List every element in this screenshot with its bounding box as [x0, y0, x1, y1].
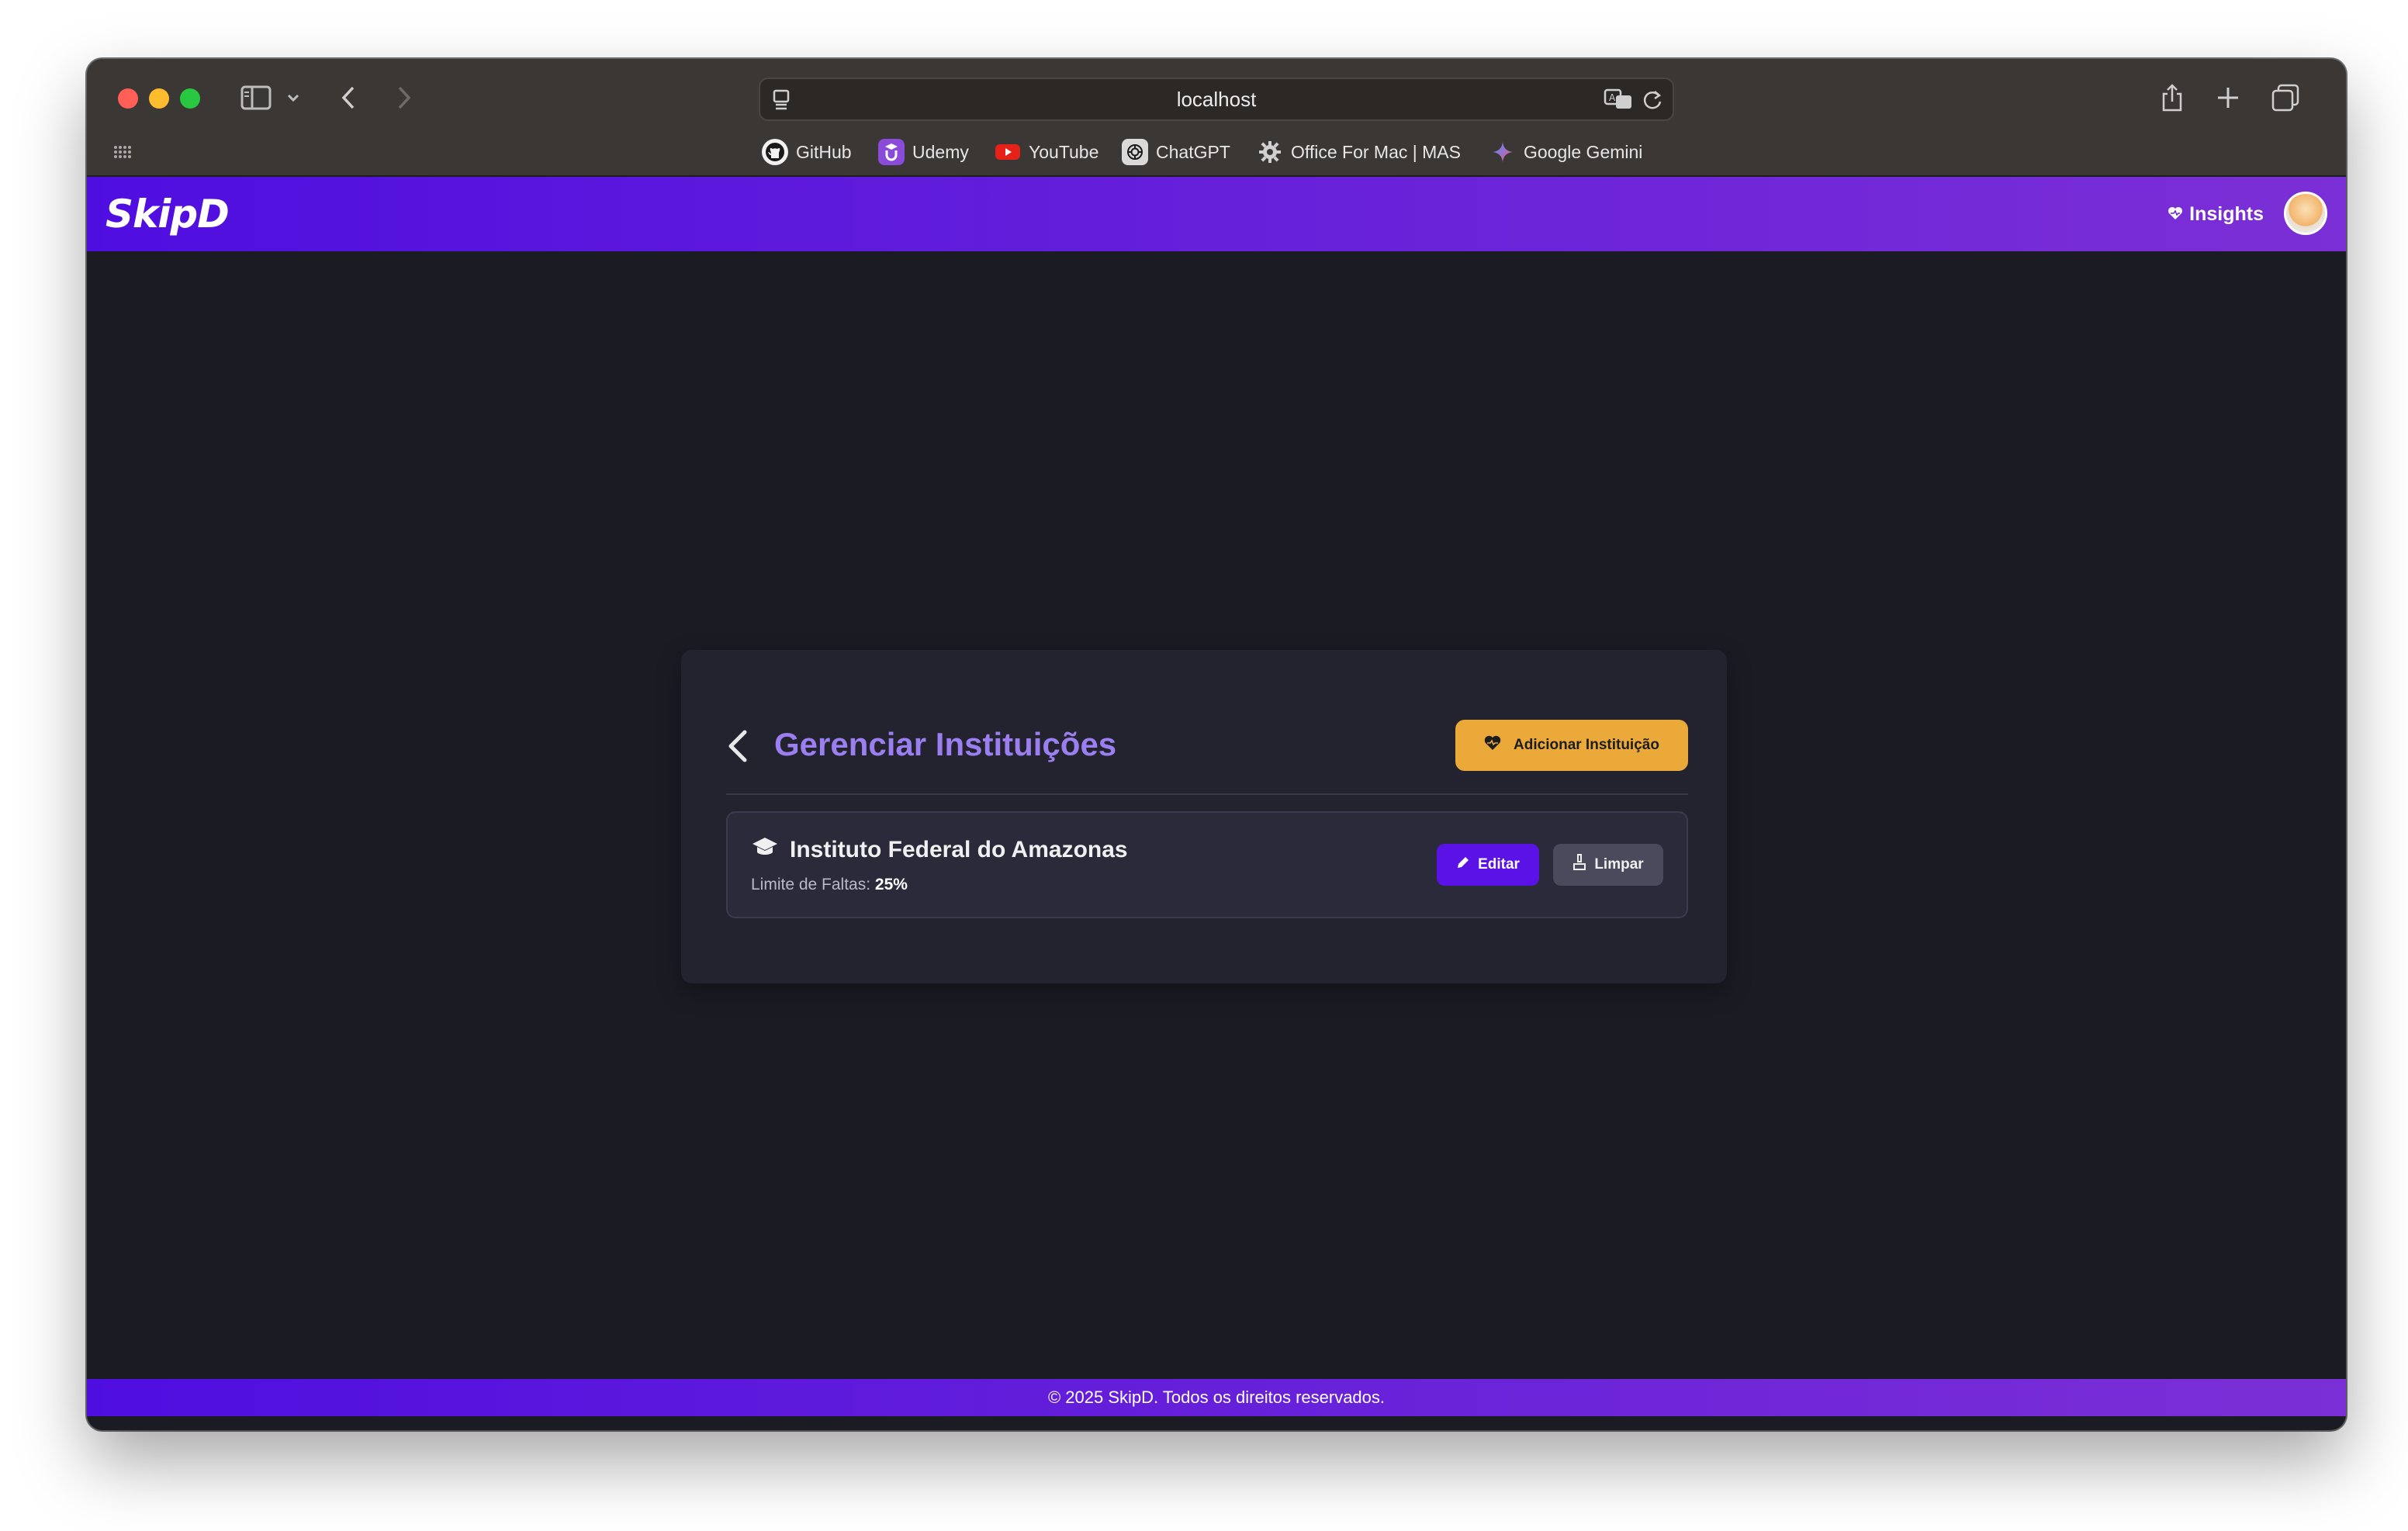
apps-grid-icon[interactable] [112, 141, 133, 163]
heart-icon [2168, 203, 2183, 226]
bookmark-youtube[interactable]: YouTube [995, 130, 1098, 174]
back-arrow-icon[interactable] [723, 727, 754, 765]
broom-icon [1572, 854, 1586, 876]
edit-button[interactable]: Editar [1437, 844, 1539, 886]
bookmark-gemini[interactable]: Google Gemini [1489, 130, 1642, 174]
add-institution-label: Adicionar Instituição [1514, 737, 1659, 753]
add-institution-button[interactable]: Adicionar Instituição [1455, 720, 1688, 771]
bookmark-label: Google Gemini [1524, 141, 1643, 162]
gemini-icon [1489, 139, 1516, 165]
heart-icon [1484, 735, 1501, 755]
bookmark-udemy[interactable]: Udemy [878, 130, 969, 174]
chatgpt-icon [1122, 139, 1148, 165]
share-icon[interactable] [2157, 81, 2188, 115]
graduation-cap-icon [751, 836, 779, 864]
reload-icon[interactable] [1640, 88, 1665, 112]
window-close-button[interactable] [118, 88, 138, 109]
url-text[interactable]: localhost [760, 79, 1673, 119]
insights-link[interactable]: Insights [2168, 197, 2264, 231]
browser-window: localhost A GitHub Udemy YouTube ChatGPT… [87, 59, 2346, 1430]
bookmark-office[interactable]: Office For Mac | MAS [1257, 130, 1461, 174]
forward-icon[interactable] [393, 82, 416, 113]
page-title: Gerenciar Instituições [774, 726, 1117, 762]
institution-name-text: Instituto Federal do Amazonas [790, 837, 1128, 862]
back-icon[interactable] [337, 82, 360, 113]
user-avatar[interactable] [2284, 192, 2327, 235]
github-icon [762, 139, 788, 165]
clear-label: Limpar [1594, 856, 1644, 873]
institution-item: Instituto Federal do Amazonas Limite de … [726, 811, 1688, 918]
edit-label: Editar [1478, 856, 1520, 873]
bookmark-label: Udemy [912, 141, 969, 162]
window-minimize-button[interactable] [149, 88, 169, 109]
pencil-icon [1456, 855, 1470, 874]
sidebar-toggle-icon[interactable] [239, 82, 273, 113]
window-maximize-button[interactable] [180, 88, 200, 109]
youtube-icon [995, 139, 1021, 165]
bookmark-label: ChatGPT [1156, 141, 1230, 162]
bookmarks-bar: GitHub Udemy YouTube ChatGPT Office For … [87, 130, 2346, 174]
bookmark-github[interactable]: GitHub [762, 130, 852, 174]
divider [726, 793, 1688, 795]
bookmark-label: GitHub [796, 141, 852, 162]
main-content: Gerenciar Instituições Adicionar Institu… [87, 251, 2346, 1391]
gear-icon [1257, 139, 1283, 165]
insights-label: Insights [2189, 202, 2264, 225]
address-bar[interactable]: localhost A [759, 78, 1674, 121]
clear-button[interactable]: Limpar [1553, 844, 1663, 886]
app-header: SkipD Insights [87, 177, 2346, 251]
new-tab-icon[interactable] [2214, 84, 2242, 112]
absence-limit-label: Limite de Faltas: [751, 876, 871, 893]
absence-limit-value: 25% [874, 876, 908, 893]
chevron-down-icon[interactable] [285, 87, 301, 109]
udemy-icon [878, 139, 905, 165]
institution-name: Instituto Federal do Amazonas [751, 835, 1128, 866]
app-logo[interactable]: SkipD [106, 191, 230, 237]
bookmark-label: Office For Mac | MAS [1291, 141, 1461, 162]
footer: © 2025 SkipD. Todos os direitos reservad… [87, 1379, 2346, 1416]
svg-text:A: A [1609, 92, 1616, 103]
institutions-card: Gerenciar Instituições Adicionar Institu… [681, 650, 1727, 983]
absence-limit: Limite de Faltas: 25% [751, 873, 908, 897]
translate-icon[interactable]: A [1603, 87, 1634, 112]
bookmark-chatgpt[interactable]: ChatGPT [1122, 130, 1230, 174]
footer-text: © 2025 SkipD. Todos os direitos reservad… [1047, 1388, 1386, 1407]
browser-toolbar: localhost A GitHub Udemy YouTube ChatGPT… [87, 59, 2346, 177]
bookmark-label: YouTube [1029, 141, 1099, 162]
tab-overview-icon[interactable] [2270, 82, 2301, 113]
